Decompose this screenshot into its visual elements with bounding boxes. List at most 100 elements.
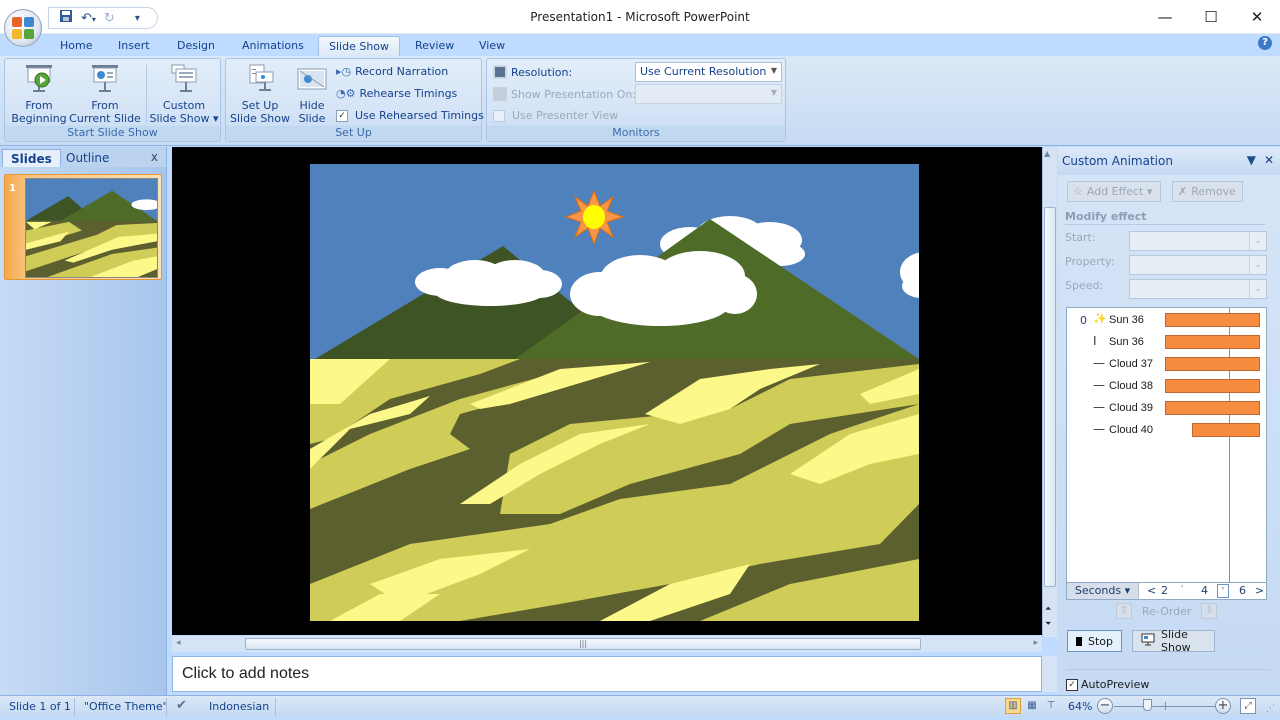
animation-item[interactable]: 0 ✨ Sun 36	[1067, 309, 1266, 331]
maximize-button[interactable]: ☐	[1188, 4, 1234, 30]
seconds-dropdown[interactable]: Seconds ▾	[1067, 583, 1139, 599]
zoom-level[interactable]: 64%	[1068, 700, 1092, 713]
tab-design[interactable]: Design	[167, 36, 225, 56]
use-rehearsed-label: Use Rehearsed Timings	[355, 109, 484, 122]
slide-sorter-view-icon[interactable]: ▦	[1024, 698, 1040, 714]
animation-timing-bar[interactable]	[1165, 379, 1260, 393]
close-pane-icon[interactable]: x	[151, 150, 158, 164]
animation-timing-bar[interactable]	[1192, 423, 1260, 437]
slide-canvas[interactable]	[310, 164, 919, 621]
minimize-button[interactable]: —	[1142, 4, 1188, 30]
timeline-next-icon[interactable]: >	[1255, 584, 1264, 597]
stop-icon	[1076, 636, 1082, 646]
zoom-slider-thumb[interactable]	[1142, 699, 1152, 711]
animation-name: Sun 36	[1109, 336, 1144, 348]
animation-timing-bar[interactable]	[1165, 401, 1260, 415]
office-button[interactable]	[4, 9, 42, 47]
custom-slide-show-button[interactable]: Custom Slide Show ▾	[149, 63, 219, 125]
previous-slide-icon[interactable]: ⏶	[1045, 604, 1051, 614]
tab-slide-show[interactable]: Slide Show	[318, 36, 401, 56]
tab-outline[interactable]: Outline	[58, 149, 117, 167]
animation-timing-bar[interactable]	[1165, 357, 1260, 371]
next-slide-icon[interactable]: ⏷	[1045, 619, 1051, 629]
tab-slides[interactable]: Slides	[2, 149, 61, 167]
timeline-prev-icon[interactable]: <	[1147, 584, 1156, 597]
resolution-value: Use Current Resolution	[640, 65, 767, 78]
rehearse-timings-button[interactable]: ◔⚙ Rehearse Timings	[336, 87, 457, 100]
from-current-slide-button[interactable]: From Current Slide	[69, 63, 141, 125]
close-button[interactable]: ✕	[1234, 4, 1280, 30]
record-narration-button[interactable]: ▸◷ Record Narration	[336, 65, 448, 78]
language[interactable]: Indonesian	[209, 700, 269, 713]
zoom-in-icon[interactable]: +	[1215, 698, 1231, 714]
animation-item[interactable]: — Cloud 38	[1067, 375, 1266, 397]
chevron-down-icon: ⌄	[1249, 256, 1266, 274]
property-dropdown[interactable]: ⌄	[1129, 255, 1267, 275]
zoom-out-icon[interactable]: −	[1097, 698, 1113, 714]
animation-item[interactable]: I Sun 36	[1067, 331, 1266, 353]
stop-button[interactable]: Stop	[1067, 630, 1122, 652]
remove-button[interactable]: ✗ Remove	[1172, 181, 1243, 202]
monitor-icon	[493, 65, 507, 79]
ribbon-tabs: Home Insert Design Animations Slide Show…	[0, 34, 1280, 56]
animation-item[interactable]: — Cloud 37	[1067, 353, 1266, 375]
slide-thumbnail-image	[25, 178, 158, 278]
zoom-slider-center-tick	[1165, 702, 1166, 710]
from-beginning-button[interactable]: From Beginning	[9, 63, 69, 125]
tab-home[interactable]: Home	[50, 36, 102, 56]
animation-item[interactable]: — Cloud 39	[1067, 397, 1266, 419]
slide-show-label: Slide Show	[1161, 628, 1191, 654]
set-up-slide-show-button[interactable]: Set Up Slide Show	[228, 63, 292, 125]
fit-to-window-icon[interactable]: ⤢	[1240, 698, 1256, 714]
horizontal-scrollbar[interactable]: ◂ ||| ▸	[172, 636, 1042, 652]
show-presentation-on-dropdown[interactable]: ▼	[635, 84, 782, 104]
scroll-right-icon[interactable]: ▸	[1033, 638, 1038, 648]
horizontal-scroll-thumb[interactable]: |||	[245, 638, 921, 650]
rehearse-timings-icon: ◔⚙	[336, 87, 356, 100]
help-icon[interactable]: ?	[1258, 36, 1272, 50]
tab-review[interactable]: Review	[405, 36, 464, 56]
use-presenter-view-checkbox[interactable]: Use Presenter View	[493, 109, 618, 122]
stop-label: Stop	[1087, 634, 1113, 648]
chevron-down-icon: ▼	[770, 66, 777, 75]
tab-view[interactable]: View	[469, 36, 515, 56]
slide-thumbnail-1[interactable]: 1	[4, 174, 162, 280]
notes-scrollbar[interactable]	[1042, 656, 1057, 692]
slide-show-button[interactable]: Slide Show	[1132, 628, 1215, 654]
move-down-icon[interactable]: ⇩	[1201, 603, 1218, 619]
autopreview-checkbox[interactable]: ✓ AutoPreview	[1066, 669, 1270, 691]
pane-options-icon[interactable]: ▼	[1247, 153, 1256, 167]
scroll-left-icon[interactable]: ◂	[176, 638, 181, 648]
normal-view-icon[interactable]: ▥	[1005, 698, 1021, 714]
slide-show-view-icon[interactable]: ⊤	[1043, 698, 1059, 714]
animation-item[interactable]: — Cloud 40	[1067, 419, 1266, 441]
group-set-up: Set Up Slide Show Hide Slide ▸◷ Record N…	[225, 58, 484, 142]
hide-slide-button[interactable]: Hide Slide	[294, 63, 330, 125]
use-rehearsed-timings-checkbox[interactable]: ✓ Use Rehearsed Timings	[336, 109, 484, 122]
chevron-down-icon: ▼	[770, 88, 777, 97]
theme-name: "Office Theme"	[84, 700, 168, 713]
timeline-cursor-handle[interactable]: '	[1217, 584, 1229, 598]
animation-timing-bar[interactable]	[1165, 313, 1260, 327]
resolution-dropdown[interactable]: Use Current Resolution ▼	[635, 62, 782, 82]
animation-timing-bar[interactable]	[1165, 335, 1260, 349]
spell-check-icon[interactable]: ✔	[176, 698, 187, 713]
start-label: Start:	[1065, 231, 1096, 244]
with-previous-icon: I	[1093, 334, 1097, 348]
add-effect-button[interactable]: ☆ Add Effect ▾	[1067, 181, 1161, 202]
animation-list[interactable]: 0 ✨ Sun 36 I Sun 36 — Cloud 37 — Cloud 38 — Cloud …	[1066, 307, 1267, 583]
move-up-icon[interactable]: ⇧	[1116, 603, 1132, 619]
resize-grip-icon[interactable]: ⋰	[1266, 704, 1275, 714]
remove-icon: ✗	[1178, 185, 1188, 198]
hide-slide-label-1: Hide	[299, 99, 325, 112]
scroll-up-icon[interactable]: ▲	[1044, 149, 1050, 158]
start-dropdown[interactable]: ⌄	[1129, 231, 1267, 251]
tick-label: 2	[1161, 584, 1168, 597]
tab-insert[interactable]: Insert	[108, 36, 160, 56]
tab-animations[interactable]: Animations	[232, 36, 314, 56]
notes-area[interactable]: Click to add notes	[172, 656, 1042, 692]
pane-close-icon[interactable]: ✕	[1264, 153, 1274, 167]
vertical-scrollbar[interactable]: ▲ ⏶ ⏷	[1042, 147, 1057, 637]
speed-dropdown[interactable]: ⌄	[1129, 279, 1267, 299]
vertical-scroll-thumb[interactable]	[1044, 207, 1056, 587]
